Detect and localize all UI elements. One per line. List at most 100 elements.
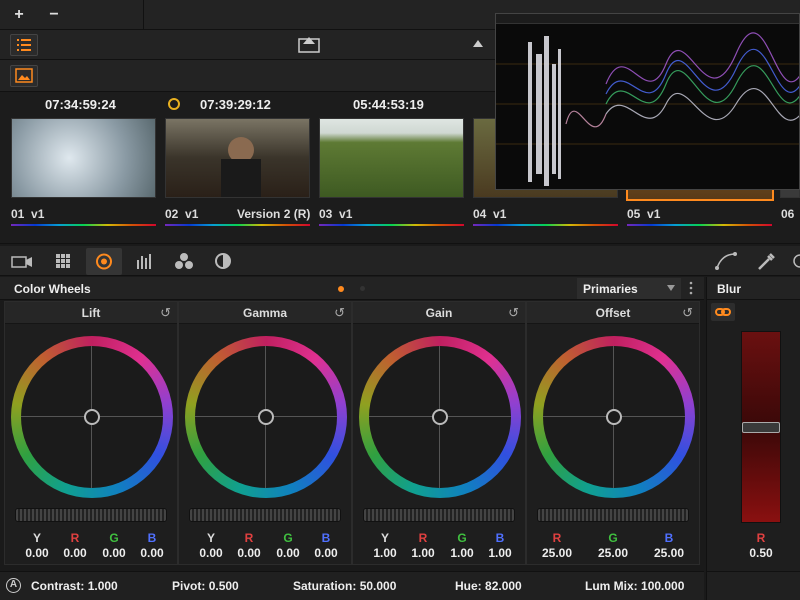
panel-header: Gamma ↺ [179, 302, 351, 324]
panel-title: Color Wheels [14, 282, 91, 296]
offset-wheel[interactable] [533, 336, 695, 498]
clip-version: Version 2 (R) [237, 207, 311, 221]
channel-value[interactable]: 1.00 [403, 546, 443, 560]
link-button[interactable] [711, 303, 735, 321]
clip-thumbnail[interactable] [11, 118, 156, 198]
blur-footer [707, 571, 800, 600]
channel-value[interactable]: 0.00 [132, 546, 172, 560]
blur-channel-label: R [756, 531, 766, 545]
offset-jog-wheel[interactable] [537, 508, 689, 522]
clip-rainbow-bar [627, 224, 772, 226]
clip-number: 03 v1 [319, 207, 353, 221]
channel-label: G [283, 531, 293, 545]
reset-icon[interactable]: ↺ [508, 305, 519, 321]
contrast-field[interactable]: Contrast: 1.000 [31, 579, 118, 593]
clip-thumbnail[interactable] [165, 118, 310, 198]
page-indicator-active[interactable] [338, 286, 344, 292]
clip-timecode: 07:39:29:12 [200, 97, 271, 112]
chevron-down-icon [667, 285, 675, 291]
target-icon[interactable] [790, 250, 800, 272]
channel-value[interactable]: 25.00 [645, 546, 693, 560]
adjustments-bar: A Contrast: 1.000 Pivot: 0.500 Saturatio… [0, 571, 704, 600]
channel-value[interactable]: 1.00 [442, 546, 482, 560]
gamma-jog-wheel[interactable] [189, 508, 341, 522]
color-wheels-header: Color Wheels Primaries [0, 277, 704, 300]
channel-label: Y [206, 531, 215, 545]
auto-balance-icon[interactable]: A [6, 578, 21, 593]
color-match-icon[interactable] [51, 250, 75, 272]
channel-value[interactable]: 1.00 [365, 546, 405, 560]
mode-dropdown[interactable]: Primaries [577, 278, 681, 299]
channel-value[interactable]: 0.00 [229, 546, 269, 560]
channel-value[interactable]: 1.00 [480, 546, 520, 560]
clip-timecode: 07:34:59:24 [45, 97, 116, 112]
curve-editor-icon[interactable] [714, 250, 738, 272]
wheel-title: Lift [81, 306, 101, 320]
wheel-title: Offset [595, 306, 631, 320]
channel-value[interactable]: 0.00 [306, 546, 346, 560]
channel-label: G [457, 531, 467, 545]
channel-value[interactable]: 0.00 [55, 546, 95, 560]
channel-value[interactable]: 25.00 [533, 546, 581, 560]
channel-value[interactable]: 0.00 [17, 546, 57, 560]
saturation-field[interactable]: Saturation: 50.000 [293, 579, 396, 593]
remove-button[interactable]: − [43, 4, 65, 26]
waveform-scope [496, 24, 799, 189]
offset-panel: Offset ↺ R G B 25.00 25.00 25.00 [526, 301, 700, 565]
more-options-icon[interactable] [688, 281, 694, 295]
blur-value[interactable]: 0.50 [741, 546, 781, 560]
channel-value[interactable]: 25.00 [589, 546, 637, 560]
curves-icon[interactable] [211, 250, 235, 272]
share-icon[interactable] [298, 35, 320, 53]
gain-wheel[interactable] [359, 336, 521, 498]
list-icon [17, 39, 31, 51]
lum-mix-field[interactable]: Lum Mix: 100.000 [585, 579, 684, 593]
pivot-field[interactable]: Pivot: 0.500 [172, 579, 239, 593]
hue-field[interactable]: Hue: 82.000 [455, 579, 522, 593]
page-indicator[interactable] [360, 286, 365, 291]
eyedropper-icon[interactable] [754, 250, 778, 272]
sync-icon[interactable] [168, 98, 180, 110]
panel-header: Offset ↺ [527, 302, 699, 324]
wheel-puck[interactable] [606, 409, 622, 425]
lift-wheel[interactable] [11, 336, 173, 498]
gamma-wheel[interactable] [185, 336, 347, 498]
clip-number: 01 v1 [11, 207, 45, 221]
reset-icon[interactable]: ↺ [160, 305, 171, 321]
list-view-button[interactable] [10, 34, 38, 56]
camera-raw-icon[interactable] [10, 250, 34, 272]
channel-value[interactable]: 0.00 [94, 546, 134, 560]
reset-icon[interactable]: ↺ [682, 305, 693, 321]
wheel-puck[interactable] [432, 409, 448, 425]
image-icon [15, 68, 33, 83]
wheel-puck[interactable] [258, 409, 274, 425]
channel-value[interactable]: 0.00 [268, 546, 308, 560]
channel-label: B [664, 531, 674, 545]
clip-rainbow-bar [319, 224, 464, 226]
gamma-panel: Gamma ↺ Y R G B 0.00 0.00 0.00 0.00 [178, 301, 352, 565]
lift-jog-wheel[interactable] [15, 508, 167, 522]
up-icon[interactable] [472, 38, 484, 50]
scope-window[interactable] [495, 13, 800, 190]
channel-label: B [147, 531, 157, 545]
color-wheels-tab[interactable] [86, 248, 122, 275]
rgb-mixer-icon[interactable] [132, 250, 156, 272]
channel-value[interactable]: 0.00 [191, 546, 231, 560]
add-button[interactable]: + [8, 4, 30, 26]
motion-effects-icon[interactable] [172, 250, 196, 272]
wheel-puck[interactable] [84, 409, 100, 425]
channel-label: G [608, 531, 618, 545]
gallery-button[interactable] [10, 65, 38, 87]
clip-rainbow-bar [11, 224, 156, 226]
channel-label: R [244, 531, 254, 545]
channel-label: G [109, 531, 119, 545]
mode-dropdown-value: Primaries [583, 282, 638, 296]
wheel-title: Gain [425, 306, 453, 320]
reset-icon[interactable]: ↺ [334, 305, 345, 321]
gain-jog-wheel[interactable] [363, 508, 515, 522]
blur-slider-handle[interactable] [742, 422, 780, 433]
scope-titlebar[interactable] [496, 14, 799, 24]
clip-thumbnail[interactable] [319, 118, 464, 198]
blur-panel: Blur R 0.50 [706, 277, 800, 600]
clip-rainbow-bar [473, 224, 618, 226]
